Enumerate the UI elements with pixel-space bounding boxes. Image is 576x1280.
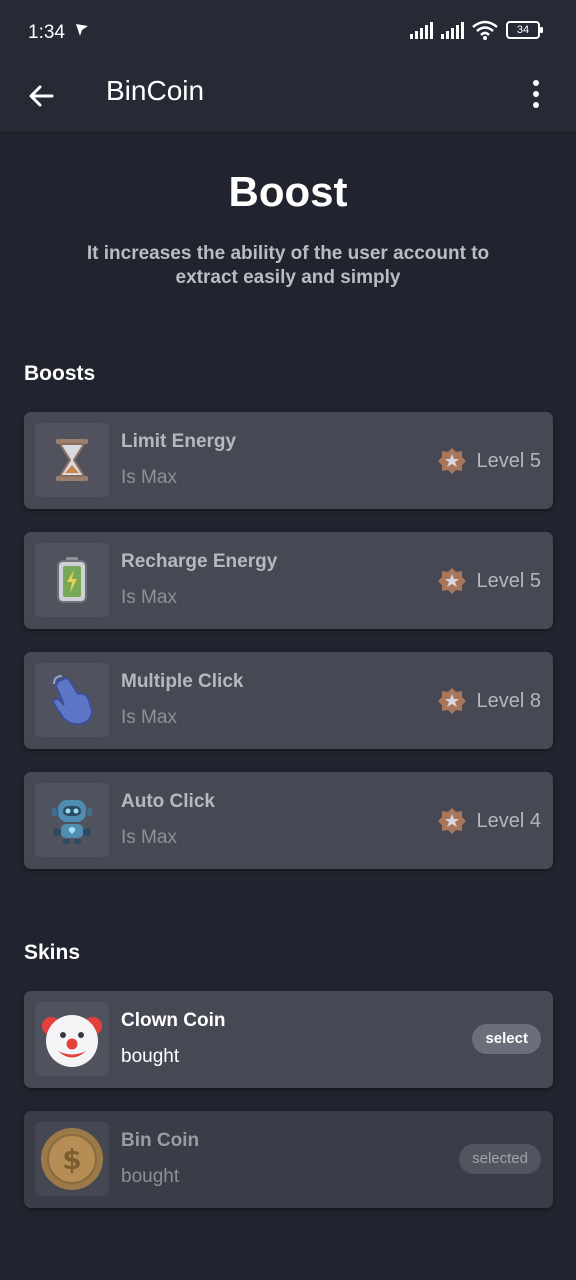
boost-level: Level 8 [437,686,542,716]
boost-status: Is Max [121,707,177,728]
navigation-arrow-icon [76,24,88,36]
boost-card-recharge-energy[interactable]: Recharge Energy Is Max Level 5 [24,532,553,629]
boost-name: Limit Energy [121,431,237,452]
boost-level: Level 5 [437,446,542,476]
skins-heading: Skins [24,941,81,964]
boost-level-label: Level 5 [476,569,542,592]
boosts-heading: Boosts [24,362,96,385]
level-badge-icon [437,568,466,594]
more-vertical-icon[interactable] [516,74,556,114]
skin-name: Bin Coin [121,1130,200,1151]
signal-icon [410,21,433,39]
level-badge-icon [437,808,466,834]
svg-text:$: $ [62,1143,81,1176]
boost-level-label: Level 4 [476,809,542,832]
app-title: BinCoin [106,75,205,106]
hand-pointer-icon [35,663,109,737]
robot-icon [35,783,109,857]
battery-icon: 34 [506,21,543,39]
app-bar: BinCoin [0,64,576,133]
hourglass-icon [35,423,109,497]
boost-name: Recharge Energy [121,551,278,572]
clown-icon [35,1002,109,1076]
boost-level-label: Level 5 [476,449,542,472]
page-subtitle: It increases the ability of the user acc… [86,243,490,288]
selected-skin-badge: selected [459,1144,541,1174]
status-icons: 34 [410,20,543,40]
skin-card-clown-coin[interactable]: Clown Coin bought select [24,991,553,1088]
skin-name: Clown Coin [121,1010,226,1031]
level-badge-icon [437,688,466,714]
level-badge-icon [437,448,466,474]
battery-icon [35,543,109,617]
select-skin-button[interactable]: select [472,1024,541,1054]
boost-level: Level 4 [437,806,542,836]
boost-card-multiple-click[interactable]: Multiple Click Is Max Level 8 [24,652,553,749]
boost-card-limit-energy[interactable]: Limit Energy Is Max Level 5 [24,412,553,509]
signal-icon [441,21,464,39]
boost-level: Level 5 [437,566,542,596]
back-arrow-icon[interactable] [24,76,64,116]
boost-name: Multiple Click [121,671,244,692]
boost-card-auto-click[interactable]: Auto Click Is Max Level 4 [24,772,553,869]
status-bar: 1:34 34 [0,0,576,64]
boost-status: Is Max [121,467,177,488]
boost-status: Is Max [121,827,177,848]
skin-status: bought [121,1046,180,1067]
wifi-icon [472,20,498,40]
page-title: Boost [228,168,348,215]
boost-name: Auto Click [121,791,215,812]
boost-status: Is Max [121,587,177,608]
status-time: 1:34 [28,22,65,43]
skin-status: bought [121,1166,180,1187]
boost-level-label: Level 8 [476,689,542,712]
dollar-coin-icon: $ [35,1122,109,1196]
skin-card-bin-coin[interactable]: $ Bin Coin bought selected [24,1111,553,1208]
